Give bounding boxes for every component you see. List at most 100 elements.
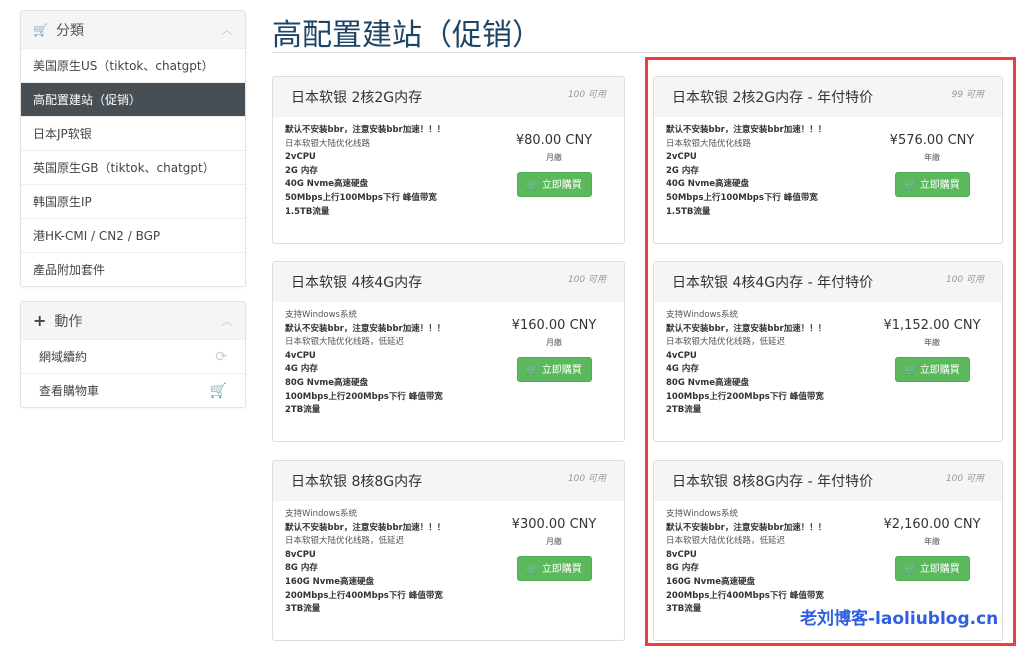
cart-icon: 🛒 bbox=[904, 180, 916, 191]
category-addons[interactable]: 產品附加套件 bbox=[21, 252, 245, 286]
product-description: 默认不安装bbr，注意安装bbr加速！！！日本软银大陆优化线路2vCPU2G 内… bbox=[285, 124, 445, 219]
order-now-button[interactable]: 🛒 立即購買 bbox=[517, 357, 592, 382]
billing-cycle: 年繳 bbox=[872, 152, 992, 163]
product-feature: 100Mbps上行200Mbps下行 峰值带宽 bbox=[666, 391, 826, 405]
chevron-up-icon[interactable]: ︿ bbox=[221, 21, 233, 38]
price-box: ¥80.00 CNY 月繳 🛒 立即購買 bbox=[494, 133, 614, 197]
product-card: 日本软银 8核8G内存100 可用 支持Windows系统默认不安装bbr，注意… bbox=[272, 460, 625, 641]
category-jp[interactable]: 日本JP软银 bbox=[21, 116, 245, 150]
cart-icon: 🛒 bbox=[33, 23, 48, 37]
price-box: ¥160.00 CNY月繳🛒 立即購買 bbox=[494, 318, 614, 382]
product-feature: 8vCPU bbox=[285, 549, 445, 563]
product-feature: 160G Nvme高速硬盘 bbox=[285, 576, 445, 590]
price: ¥300.00 CNY bbox=[494, 517, 614, 532]
product-card: 日本软银 2核2G内存 - 年付特价 99 可用 默认不安装bbr，注意安装bbr… bbox=[653, 76, 1003, 244]
actions-panel: + 動作 ︿ 網域續約⟳ 查看購物車🛒 bbox=[20, 301, 246, 408]
stock-qty: 100 可用 bbox=[946, 471, 984, 484]
product-card: 日本软银 4核4G内存 - 年付特价100 可用 支持Windows系统默认不安… bbox=[653, 261, 1003, 442]
categories-panel: 🛒分類︿ 美国原生US（tiktok、chatgpt） 高配置建站（促销） 日本… bbox=[20, 10, 246, 287]
product-header: 日本软银 8核8G内存 - 年付特价 100 可用 bbox=[654, 461, 1002, 501]
product-feature: 50Mbps上行100Mbps下行 峰值带宽 bbox=[666, 192, 826, 206]
product-feature: 50Mbps上行100Mbps下行 峰值带宽 bbox=[285, 192, 445, 206]
category-gb[interactable]: 英国原生GB（tiktok、chatgpt） bbox=[21, 150, 245, 184]
order-now-button[interactable]: 🛒 立即購買 bbox=[895, 172, 970, 197]
billing-cycle: 月繳 bbox=[494, 152, 614, 163]
product-feature: 默认不安装bbr，注意安装bbr加速！！！ bbox=[666, 522, 826, 536]
price: ¥160.00 CNY bbox=[494, 318, 614, 333]
cart-icon: 🛒 bbox=[210, 383, 227, 399]
product-feature: 4G 内存 bbox=[666, 363, 826, 377]
order-now-button[interactable]: 🛒 立即購買 bbox=[517, 172, 592, 197]
product-header: 日本软银 4核4G内存 - 年付特价100 可用 bbox=[654, 262, 1002, 302]
product-card: 日本软银 2核2G内存100 可用 默认不安装bbr，注意安装bbr加速！！！日… bbox=[272, 76, 625, 244]
product-feature: 默认不安装bbr，注意安装bbr加速！！！ bbox=[285, 522, 445, 536]
cart-icon: 🛒 bbox=[526, 564, 538, 575]
product-name: 日本软银 2核2G内存 bbox=[291, 87, 422, 107]
category-us[interactable]: 美国原生US（tiktok、chatgpt） bbox=[21, 48, 245, 82]
product-feature: 1.5TB流量 bbox=[285, 206, 445, 220]
chevron-up-icon[interactable]: ︿ bbox=[221, 312, 233, 329]
plus-icon: + bbox=[33, 311, 46, 330]
product-feature: 4vCPU bbox=[285, 350, 445, 364]
cart-icon: 🛒 bbox=[904, 365, 916, 376]
price: ¥80.00 CNY bbox=[494, 133, 614, 148]
product-header: 日本软银 4核4G内存100 可用 bbox=[273, 262, 624, 302]
product-feature: 支持Windows系统 bbox=[285, 309, 445, 323]
view-cart[interactable]: 查看購物車🛒 bbox=[21, 373, 245, 407]
categories-header[interactable]: 🛒分類︿ bbox=[21, 11, 245, 48]
product-name: 日本软银 8核8G内存 bbox=[291, 471, 422, 491]
stock-qty: 100 可用 bbox=[568, 87, 606, 100]
order-now-label: 立即購買 bbox=[542, 564, 582, 575]
product-feature: 8G 内存 bbox=[285, 562, 445, 576]
product-feature: 4vCPU bbox=[666, 350, 826, 364]
domain-renewal[interactable]: 網域續約⟳ bbox=[21, 339, 245, 373]
product-feature: 默认不安装bbr，注意安装bbr加速！！！ bbox=[666, 124, 826, 138]
category-kr[interactable]: 韩国原生IP bbox=[21, 184, 245, 218]
billing-cycle: 年繳 bbox=[872, 337, 992, 348]
product-feature: 200Mbps上行400Mbps下行 峰值带宽 bbox=[285, 590, 445, 604]
product-description: 支持Windows系统默认不安装bbr，注意安装bbr加速！！！日本软银大陆优化… bbox=[666, 508, 826, 617]
product-feature: 日本软银大陆优化线路，低延迟 bbox=[285, 336, 445, 350]
domain-renewal-label: 網域續約 bbox=[39, 348, 87, 365]
cart-icon: 🛒 bbox=[526, 365, 538, 376]
product-name: 日本软银 8核8G内存 - 年付特价 bbox=[672, 471, 873, 491]
price: ¥576.00 CNY bbox=[872, 133, 992, 148]
product-feature: 日本软银大陆优化线路 bbox=[285, 138, 445, 152]
order-now-label: 立即購買 bbox=[542, 180, 582, 191]
product-feature: 支持Windows系统 bbox=[285, 508, 445, 522]
price-box: ¥300.00 CNY 月繳 🛒 立即購買 bbox=[494, 517, 614, 581]
product-feature: 1.5TB流量 bbox=[666, 206, 826, 220]
billing-cycle: 月繳 bbox=[494, 536, 614, 547]
product-feature: 80G Nvme高速硬盘 bbox=[666, 377, 826, 391]
category-hk[interactable]: 港HK-CMI / CN2 / BGP bbox=[21, 218, 245, 252]
product-header: 日本软银 2核2G内存 - 年付特价 99 可用 bbox=[654, 77, 1002, 117]
product-feature: 默认不安装bbr，注意安装bbr加速！！！ bbox=[285, 323, 445, 337]
cart-icon: 🛒 bbox=[526, 180, 538, 191]
order-now-button[interactable]: 🛒 立即購買 bbox=[517, 556, 592, 581]
product-description: 支持Windows系统默认不安装bbr，注意安装bbr加速！！！日本软银大陆优化… bbox=[285, 508, 445, 617]
product-feature: 默认不安装bbr，注意安装bbr加速！！！ bbox=[285, 124, 445, 138]
product-description: 默认不安装bbr，注意安装bbr加速！！！日本软银大陆优化线路2vCPU2G 内… bbox=[666, 124, 826, 219]
product-feature: 2G 内存 bbox=[285, 165, 445, 179]
actions-title: 動作 bbox=[54, 311, 82, 331]
title-divider bbox=[272, 52, 1002, 53]
product-feature: 日本软银大陆优化线路，低延迟 bbox=[666, 535, 826, 549]
product-feature: 2vCPU bbox=[285, 151, 445, 165]
actions-header[interactable]: + 動作 ︿ bbox=[21, 302, 245, 339]
product-name: 日本软银 2核2G内存 - 年付特价 bbox=[672, 87, 873, 107]
product-feature: 日本软银大陆优化线路，低延迟 bbox=[285, 535, 445, 549]
stock-qty: 100 可用 bbox=[568, 272, 606, 285]
category-high-config[interactable]: 高配置建站（促销） bbox=[21, 82, 245, 116]
order-now-button[interactable]: 🛒 立即購買 bbox=[895, 556, 970, 581]
product-feature: 4G 内存 bbox=[285, 363, 445, 377]
product-feature: 3TB流量 bbox=[285, 603, 445, 617]
order-now-button[interactable]: 🛒 立即購買 bbox=[895, 357, 970, 382]
product-feature: 日本软银大陆优化线路 bbox=[666, 138, 826, 152]
product-description: 支持Windows系统默认不安装bbr，注意安装bbr加速！！！日本软银大陆优化… bbox=[285, 309, 445, 418]
stock-qty: 99 可用 bbox=[952, 87, 984, 100]
product-header: 日本软银 2核2G内存 100 可用 bbox=[273, 77, 624, 117]
price-box: ¥1,152.00 CNY年繳🛒 立即購買 bbox=[872, 318, 992, 382]
product-feature: 8vCPU bbox=[666, 549, 826, 563]
product-feature: 默认不安装bbr，注意安装bbr加速！！！ bbox=[666, 323, 826, 337]
price-box: ¥2,160.00 CNY年繳🛒 立即購買 bbox=[872, 517, 992, 581]
